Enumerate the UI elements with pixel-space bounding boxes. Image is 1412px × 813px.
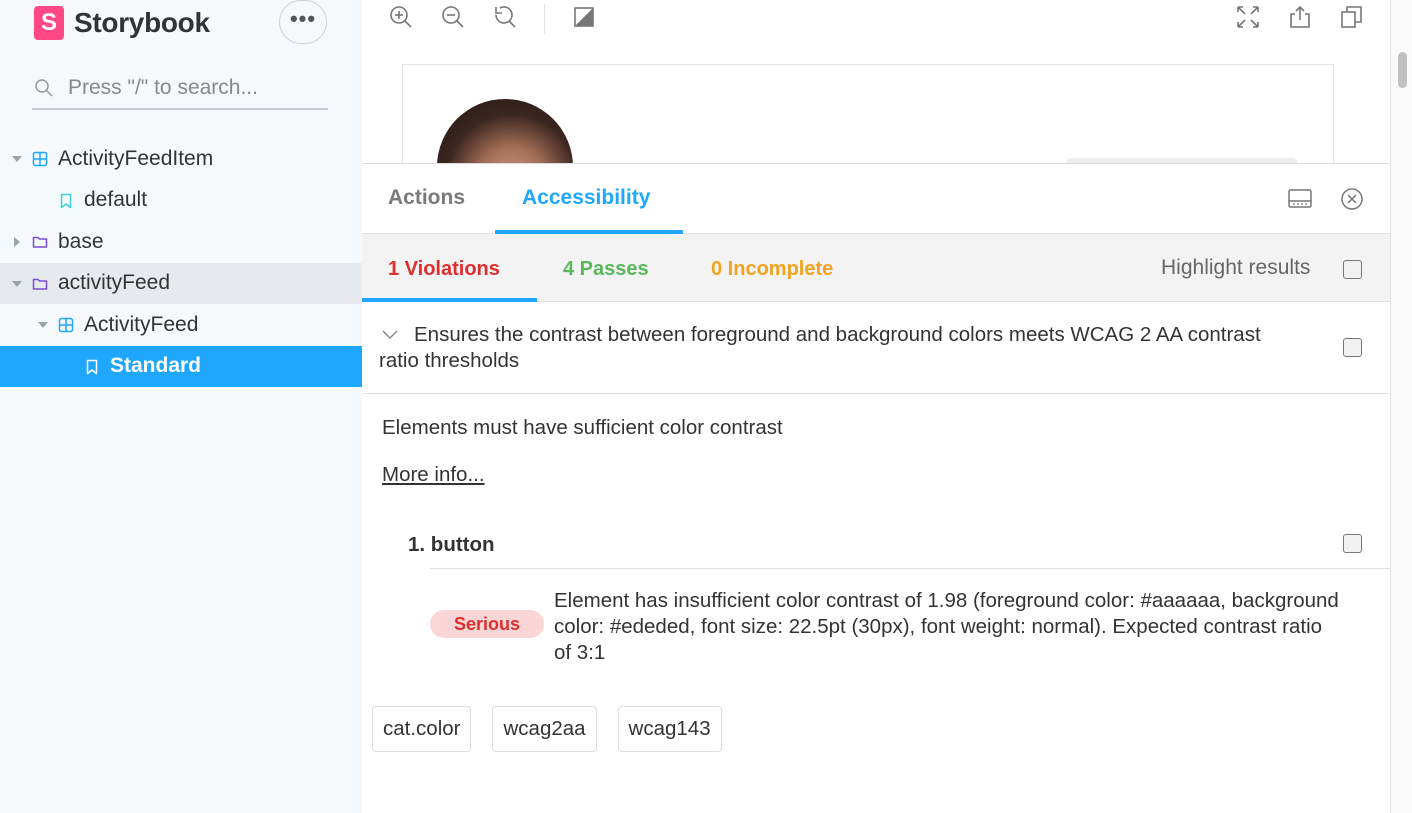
element-title[interactable]: 1. button [408,533,495,557]
menu-button[interactable]: ••• [279,0,327,44]
rule-help: Elements must have sufficient color cont… [382,416,783,439]
rule-highlight-checkbox[interactable] [1343,338,1362,357]
tree-item-label: Standard [110,354,202,378]
ellipsis-icon: ••• [289,6,317,31]
story-tree: ActivityFeedItem default base activityFe… [0,138,362,387]
tag-badge: wcag2aa [492,706,597,752]
bookmark-icon [86,359,98,374]
tag-badge: cat.color [372,706,472,752]
tree-item-standard[interactable]: Standard [0,345,362,387]
divider [430,568,1390,569]
highlight-results-label: Highlight results [1161,256,1311,279]
more-info-link[interactable]: More info... [382,463,485,487]
tree-item-base[interactable]: base [0,221,362,263]
tree-item-label: default [84,188,148,212]
zoom-reset-icon[interactable] [492,4,518,30]
toolbar-divider [544,4,545,34]
panel-tab-bar: Actions Accessibility [362,164,1390,234]
scrollbar-thumb[interactable] [1398,52,1407,88]
tree-item-label: activityFeed [58,271,171,295]
component-icon [32,151,48,167]
storybook-logo: S [34,6,64,40]
rule-description: Ensures the contrast between foreground … [379,323,1261,372]
storybook-brand[interactable]: S Storybook [34,4,210,42]
tree-item-activityfeed-folder[interactable]: activityFeed [0,262,362,304]
element-message: Element has insufficient color contrast … [554,589,1339,664]
addons-panel: Actions Accessibility 1 Violations 4 Pas… [362,163,1390,813]
folder-icon [32,236,48,248]
impact-badge: Serious [430,610,544,638]
tab-violations[interactable]: 1 Violations [388,258,500,281]
brand-name: Storybook [74,7,210,38]
search-input[interactable]: Press "/" to search... [32,68,328,110]
close-panel-icon[interactable] [1339,186,1365,212]
tree-item-label: base [58,229,104,253]
rule-header[interactable]: Ensures the contrast between foreground … [362,302,1390,394]
tag-badge: wcag143 [617,706,722,752]
bookmark-icon [60,193,72,208]
tab-accessibility[interactable]: Accessibility [522,186,650,210]
story-preview [362,38,1390,163]
search-placeholder: Press "/" to search... [68,76,258,99]
tab-actions[interactable]: Actions [388,186,465,210]
tree-item-activityfeeditem[interactable]: ActivityFeedItem [0,138,362,180]
preview-toolbar [362,0,1390,38]
fullscreen-icon[interactable] [1235,4,1261,30]
caret-down-icon[interactable] [12,280,22,287]
copy-icon[interactable] [1339,4,1365,30]
caret-down-icon[interactable] [38,322,48,328]
component-icon [58,317,74,333]
tree-item-default[interactable]: default [0,180,362,222]
background-icon[interactable] [571,4,597,30]
folder-icon [32,278,48,290]
rule-tags: cat.color wcag2aa wcag143 [372,706,743,752]
share-icon[interactable] [1287,4,1313,30]
tree-item-activityfeed[interactable]: ActivityFeed [0,304,362,346]
tree-item-label: ActivityFeed [84,312,199,336]
zoom-out-icon[interactable] [440,4,466,30]
preview-scrollbar[interactable] [1390,38,1412,163]
tab-incomplete[interactable]: 0 Incomplete [711,258,833,281]
results-tab-bar: 1 Violations 4 Passes 0 Incomplete Highl… [362,234,1390,302]
caret-down-icon[interactable] [12,156,22,162]
caret-right-icon[interactable] [14,237,20,247]
sidebar: S Storybook ••• Press "/" to search... A… [0,0,362,813]
highlight-results-checkbox[interactable] [1343,260,1362,279]
tab-passes[interactable]: 4 Passes [563,258,649,281]
tree-item-label: ActivityFeedItem [58,146,214,170]
element-highlight-checkbox[interactable] [1343,534,1362,553]
zoom-in-icon[interactable] [388,4,414,30]
panel-orientation-icon[interactable] [1287,186,1313,212]
search-icon [35,79,53,97]
